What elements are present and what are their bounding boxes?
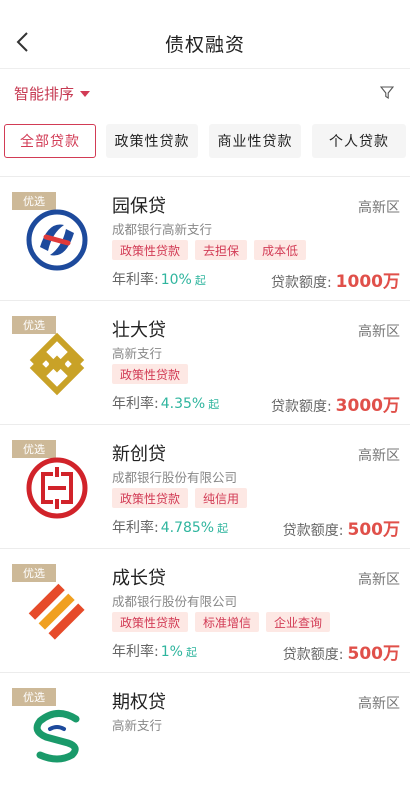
bank-name: 成都银行股份有限公司	[112, 470, 238, 485]
rate-label: 年利率:	[112, 520, 159, 536]
product-name: 新创贷	[112, 444, 166, 465]
amount-value: 1000万	[335, 272, 400, 292]
tag: 政策性贷款	[112, 488, 189, 508]
tag: 政策性贷款	[112, 240, 189, 260]
funnel-icon[interactable]	[380, 86, 394, 100]
region-label: 高新区	[358, 572, 400, 588]
tag: 去担保	[195, 240, 248, 260]
loan-amount: 贷款额度: 1000万	[271, 267, 400, 292]
region-label: 高新区	[358, 448, 400, 464]
sort-label: 智能排序	[14, 85, 75, 103]
amount-label: 贷款额度:	[282, 523, 344, 539]
tag: 企业查询	[266, 612, 331, 632]
green-s-logo-icon	[33, 710, 80, 763]
loan-type-tabs: 全部贷款 政策性贷款 商业性贷款 个人贷款	[0, 124, 410, 160]
amount-label: 贷款额度:	[270, 275, 332, 291]
annual-rate: 年利率: 4.35% 起	[112, 393, 219, 413]
loan-amount: 贷款额度: 500万	[283, 515, 400, 540]
tab-commercial-loans[interactable]: 商业性贷款	[209, 124, 301, 158]
sort-bar: 智能排序	[0, 68, 410, 114]
tag-list: 政策性贷款 纯信用	[112, 488, 248, 508]
tag-list: 政策性贷款 标准增信 企业查询	[112, 612, 331, 632]
tag-list: 政策性贷款 去担保 成本低	[112, 240, 307, 260]
rate-suffix: 起	[208, 398, 220, 411]
list-item[interactable]: 优选 新创贷 高新区 成都银行股份有限公司 政策性贷款 纯信用 年利率: 4.7…	[0, 424, 410, 548]
region-label: 高新区	[358, 324, 400, 340]
rate-label: 年利率:	[112, 644, 159, 660]
caret-down-icon	[80, 91, 91, 97]
bank-name: 高新支行	[112, 346, 163, 361]
sort-dropdown[interactable]: 智能排序	[14, 83, 91, 104]
tag: 政策性贷款	[112, 364, 189, 384]
amount-label: 贷款额度:	[282, 647, 344, 663]
amount-label: 贷款额度:	[270, 399, 332, 415]
rate-label: 年利率:	[112, 272, 159, 288]
tab-personal-loans[interactable]: 个人贷款	[312, 124, 406, 158]
tag-list: 政策性贷款	[112, 364, 189, 384]
product-name: 成长贷	[112, 568, 166, 589]
amount-value: 500万	[347, 520, 401, 540]
bank-name: 成都银行高新支行	[112, 222, 213, 237]
orange-stripes-logo-icon	[28, 583, 85, 640]
amount-value: 3000万	[335, 396, 400, 416]
bank-name: 高新支行	[112, 718, 163, 733]
gold-square-knot-logo-icon	[29, 332, 85, 396]
rate-label: 年利率:	[112, 396, 159, 412]
annual-rate: 年利率: 10% 起	[112, 269, 206, 289]
annual-rate: 年利率: 1% 起	[112, 641, 197, 661]
loan-amount: 贷款额度: 500万	[283, 639, 400, 664]
tag: 纯信用	[195, 488, 248, 508]
list-item[interactable]: 优选 成长贷 高新区 成都银行股份有限公司 政策性贷款 标准增信 企业查询 年利…	[0, 548, 410, 672]
list-item[interactable]: 优选 园保贷 高新区 成都银行高新支行 政策性贷款 去担保 成本低 年利率: 1…	[0, 176, 410, 300]
tag: 政策性贷款	[112, 612, 189, 632]
rate-value: 10%	[160, 272, 192, 288]
tag: 成本低	[254, 240, 307, 260]
rate-value: 4.785%	[160, 520, 215, 536]
blue-red-circle-logo-icon	[26, 209, 88, 271]
rate-suffix: 起	[185, 646, 197, 659]
tab-all-loans[interactable]: 全部贷款	[4, 124, 96, 158]
product-name: 园保贷	[112, 196, 166, 217]
rate-suffix: 起	[217, 522, 229, 535]
region-label: 高新区	[358, 200, 400, 216]
list-item[interactable]: 优选 期权贷 高新区 高新支行	[0, 672, 410, 796]
bank-name: 成都银行股份有限公司	[112, 594, 238, 609]
product-name: 壮大贷	[112, 320, 166, 341]
page-title: 债权融资	[164, 34, 245, 56]
rate-suffix: 起	[194, 274, 206, 287]
tab-policy-loans[interactable]: 政策性贷款	[106, 124, 198, 158]
amount-value: 500万	[347, 644, 401, 664]
region-label: 高新区	[358, 696, 400, 712]
tag: 标准增信	[195, 612, 260, 632]
annual-rate: 年利率: 4.785% 起	[112, 517, 228, 537]
loan-amount: 贷款额度: 3000万	[271, 391, 400, 416]
rate-value: 4.35%	[160, 396, 206, 412]
rate-value: 1%	[160, 644, 183, 660]
icbc-red-logo-icon	[26, 457, 88, 519]
list-item[interactable]: 优选 壮大贷 高新区 高新支行 政策性贷款 年利率: 4.35% 起 贷款额度:…	[0, 300, 410, 424]
product-name: 期权贷	[112, 692, 166, 713]
